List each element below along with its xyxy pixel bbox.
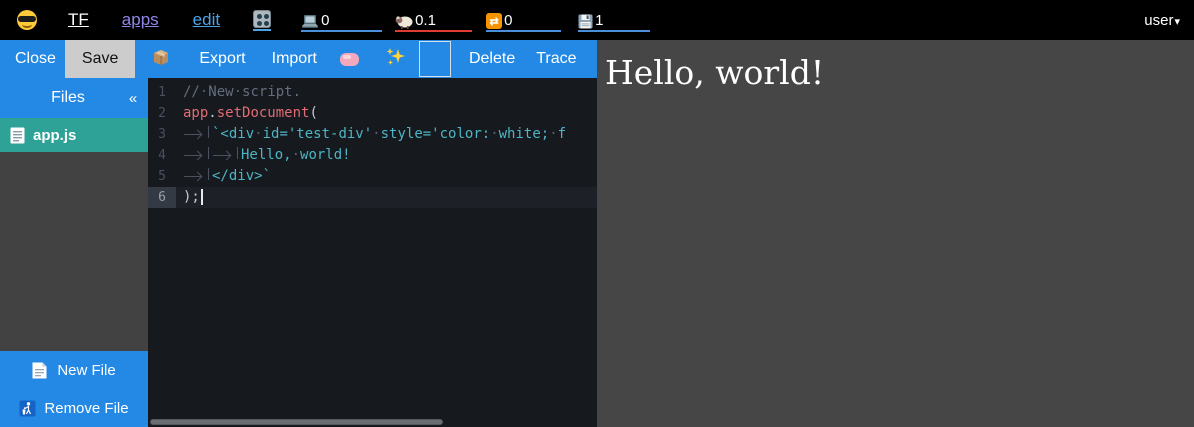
brand-link[interactable]: TF: [68, 10, 89, 30]
ram-stat: 0.1: [395, 8, 472, 32]
put-litter-icon: [19, 400, 36, 417]
cpu-value: 0: [321, 12, 329, 29]
sidebar-actions: New File Remove File: [0, 351, 148, 427]
sparkles-icon[interactable]: [385, 47, 406, 72]
line-number: 2: [148, 103, 176, 124]
line-number: 1: [148, 82, 176, 103]
soap-icon[interactable]: [340, 53, 359, 66]
tab-whitespace-marker: [183, 168, 209, 180]
save-button[interactable]: Save: [65, 40, 135, 78]
ram-sheep-icon: [395, 14, 413, 29]
line-number: 6: [148, 187, 176, 208]
line-number: 5: [148, 166, 176, 187]
smiling-face-sunglasses-icon[interactable]: [17, 10, 37, 30]
text-cursor: [201, 189, 203, 205]
editor-toolbar: Close Save Export Import Delete Trace: [0, 40, 597, 78]
code-line[interactable]: //·New·script.: [176, 82, 597, 103]
export-button[interactable]: Export: [199, 50, 245, 68]
code-editor[interactable]: 123456 //·New·script.app.setDocument(`<d…: [148, 78, 597, 427]
preview-heading: Hello, world!: [605, 53, 1194, 92]
code-line[interactable]: Hello,·world!: [176, 145, 597, 166]
code-line[interactable]: </div>`: [176, 166, 597, 187]
code-lines[interactable]: //·New·script.app.setDocument(`<div·id='…: [176, 82, 597, 427]
repeat-icon: ⇄: [486, 13, 502, 29]
storage-stat: 1: [578, 8, 650, 32]
files-header: Files «: [0, 78, 148, 118]
nav-link-edit[interactable]: edit: [193, 10, 220, 30]
nav-link-apps[interactable]: apps: [122, 10, 159, 30]
empty-toolbar-box[interactable]: [419, 41, 451, 77]
ram-value: 0.1: [415, 12, 436, 29]
collapse-sidebar-icon[interactable]: «: [118, 90, 148, 107]
trace-button[interactable]: Trace: [536, 50, 576, 68]
app-window: TF apps edit 0 0.1 ⇄ 0 1 us: [0, 0, 1194, 427]
files-title: Files: [0, 89, 118, 107]
cpu-stat: 0: [301, 8, 382, 32]
storage-value: 1: [595, 12, 603, 29]
document-icon: [10, 127, 25, 144]
requests-value: 0: [504, 12, 512, 29]
preview-panel: Hello, world!: [597, 40, 1194, 427]
requests-stat: ⇄ 0: [486, 8, 561, 32]
files-sidebar: Files « app.js New File: [0, 78, 148, 427]
new-file-button[interactable]: New File: [0, 351, 148, 389]
horizontal-scrollbar-thumb[interactable]: [150, 419, 443, 425]
file-item-appjs[interactable]: app.js: [0, 118, 148, 152]
user-menu[interactable]: user▾: [1144, 12, 1180, 29]
package-icon[interactable]: [151, 47, 171, 72]
remove-file-button[interactable]: Remove File: [0, 389, 148, 427]
laptop-icon: [301, 13, 319, 29]
code-line[interactable]: );: [176, 187, 597, 208]
tab-whitespace-marker: [212, 147, 238, 159]
code-line[interactable]: app.setDocument(: [176, 103, 597, 124]
tab-whitespace-marker: [183, 147, 209, 159]
close-button[interactable]: Close: [15, 50, 56, 68]
tab-whitespace-marker: [183, 126, 209, 138]
gutter: 123456: [148, 82, 176, 427]
sidebar-empty-area: [0, 152, 148, 351]
floppy-disk-icon: [578, 14, 593, 29]
code-line[interactable]: `<div·id='test-div'·style='color:·white;…: [176, 124, 597, 145]
file-name: app.js: [33, 127, 76, 144]
new-file-icon: [32, 362, 47, 379]
line-number: 4: [148, 145, 176, 166]
control-knobs-icon[interactable]: [253, 10, 271, 31]
chevron-down-icon: ▾: [1174, 16, 1180, 28]
top-menu-bar: TF apps edit 0 0.1 ⇄ 0 1 us: [0, 0, 1194, 40]
line-number: 3: [148, 124, 176, 145]
import-button[interactable]: Import: [272, 50, 317, 68]
delete-button[interactable]: Delete: [469, 50, 515, 68]
